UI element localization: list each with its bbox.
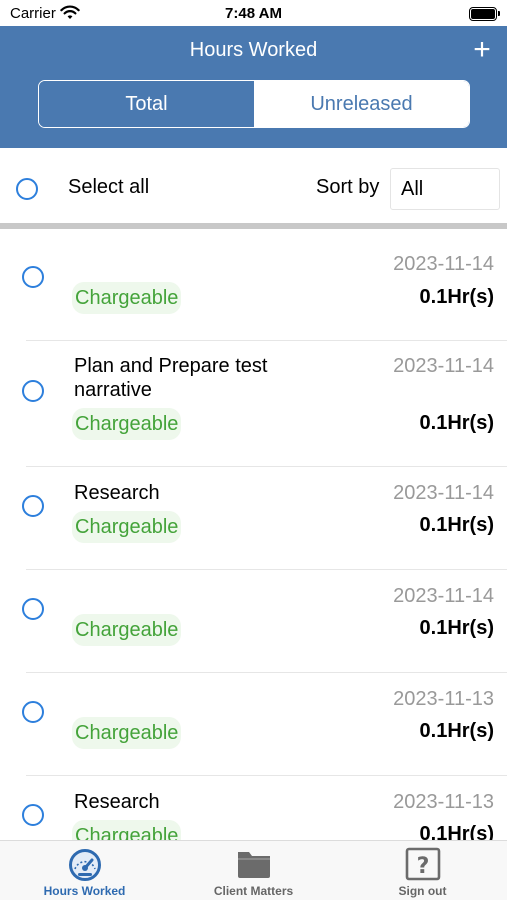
entry-date: 2023-11-13 bbox=[393, 688, 494, 710]
entry-date: 2023-11-14 bbox=[393, 355, 494, 377]
tab-label: Sign out bbox=[398, 884, 447, 898]
tab-unreleased[interactable]: Unreleased bbox=[254, 81, 469, 127]
hours-list: 2023-11-14 Chargeable 0.1Hr(s) Plan and … bbox=[0, 229, 507, 840]
select-all-label[interactable]: Select all bbox=[68, 176, 149, 199]
chargeable-badge: Chargeable bbox=[72, 614, 182, 646]
entry-date: 2023-11-13 bbox=[393, 791, 494, 813]
list-item[interactable]: Research 2023-11-14 Chargeable 0.1Hr(s) bbox=[0, 467, 507, 570]
tab-label: Hours Worked bbox=[43, 884, 126, 898]
entry-title: Research bbox=[74, 482, 160, 504]
entry-date: 2023-11-14 bbox=[393, 585, 494, 607]
chargeable-badge: Chargeable bbox=[72, 511, 182, 543]
status-bar: Carrier 7:48 AM bbox=[0, 0, 507, 26]
entry-radio[interactable] bbox=[22, 804, 44, 826]
question-mark-icon: ? bbox=[338, 847, 507, 883]
segmented-control: Total Unreleased bbox=[38, 80, 470, 128]
header: Hours Worked + Total Unreleased bbox=[0, 26, 507, 148]
add-entry-button[interactable]: + bbox=[467, 32, 497, 68]
chargeable-badge: Chargeable bbox=[72, 408, 182, 440]
sort-by-label: Sort by bbox=[316, 176, 380, 198]
entry-hours: 0.1Hr(s) bbox=[419, 617, 494, 639]
list-item[interactable]: 2023-11-14 Chargeable 0.1Hr(s) bbox=[0, 570, 507, 673]
list-item[interactable]: Plan and Prepare test narrative 2023-11-… bbox=[0, 341, 507, 467]
entry-title: Plan and Prepare test narrative bbox=[74, 355, 268, 401]
page-title: Hours Worked bbox=[189, 39, 318, 61]
tab-client-matters[interactable]: Client Matters bbox=[169, 841, 338, 900]
select-all-radio[interactable] bbox=[16, 178, 38, 200]
folder-icon bbox=[169, 847, 338, 883]
entry-radio[interactable] bbox=[22, 495, 44, 517]
chargeable-badge: Chargeable bbox=[72, 717, 182, 749]
entry-radio[interactable] bbox=[22, 598, 44, 620]
tab-total[interactable]: Total bbox=[39, 81, 254, 127]
clock-time: 7:48 AM bbox=[225, 5, 282, 22]
entry-title: Research bbox=[74, 791, 160, 813]
entry-radio[interactable] bbox=[22, 380, 44, 402]
tab-hours-worked[interactable]: Hours Worked bbox=[0, 841, 169, 900]
chargeable-badge: Chargeable bbox=[72, 282, 182, 314]
chargeable-badge: Chargeable bbox=[72, 820, 182, 840]
list-item[interactable]: Research 2023-11-13 Chargeable 0.1Hr(s) bbox=[0, 776, 507, 840]
entry-date: 2023-11-14 bbox=[393, 253, 494, 275]
entry-radio[interactable] bbox=[22, 266, 44, 288]
entry-date: 2023-11-14 bbox=[393, 482, 494, 504]
speedometer-icon bbox=[0, 847, 169, 883]
tab-label: Client Matters bbox=[213, 884, 294, 898]
entry-radio[interactable] bbox=[22, 701, 44, 723]
tab-sign-out[interactable]: ? Sign out bbox=[338, 841, 507, 900]
entry-hours: 0.1Hr(s) bbox=[419, 823, 494, 840]
tab-bar: Hours Worked Client Matters ? Sign out bbox=[0, 840, 507, 900]
entry-hours: 0.1Hr(s) bbox=[419, 720, 494, 742]
list-item[interactable]: 2023-11-14 Chargeable 0.1Hr(s) bbox=[0, 229, 507, 341]
sort-by-select[interactable]: All bbox=[390, 168, 500, 210]
battery-icon bbox=[469, 7, 500, 21]
list-toolbar: Select all Sort by All bbox=[0, 148, 507, 224]
entry-hours: 0.1Hr(s) bbox=[419, 286, 494, 308]
list-item[interactable]: 2023-11-13 Chargeable 0.1Hr(s) bbox=[0, 673, 507, 776]
entry-hours: 0.1Hr(s) bbox=[419, 514, 494, 536]
svg-text:?: ? bbox=[416, 854, 429, 879]
entry-hours: 0.1Hr(s) bbox=[419, 412, 494, 434]
